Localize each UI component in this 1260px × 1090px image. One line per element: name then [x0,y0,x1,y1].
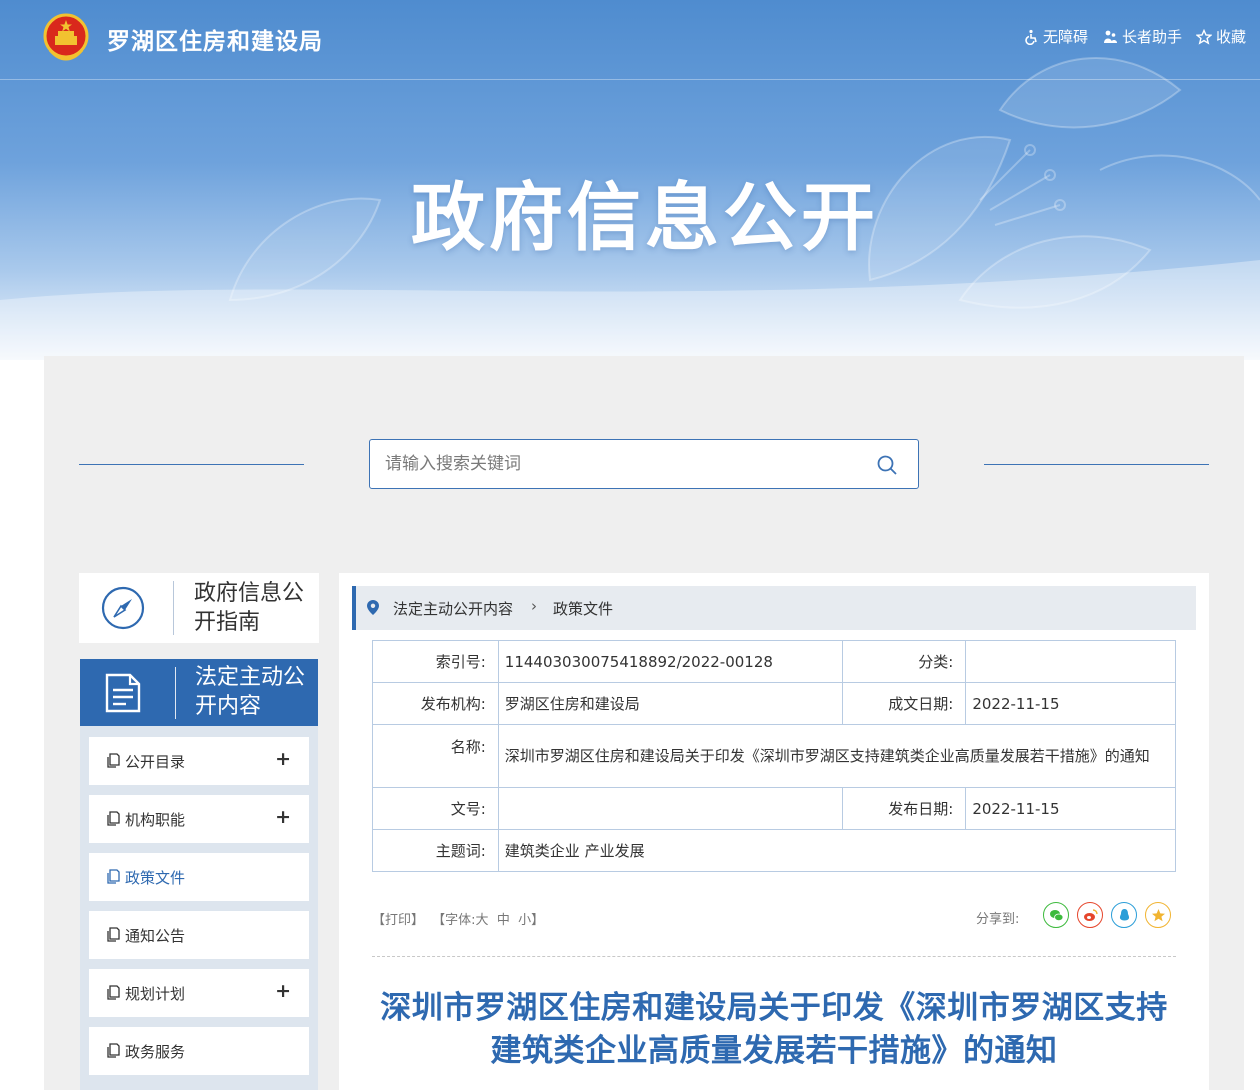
sidebar-item-label: 机构职能 [125,811,186,829]
site-name: 罗湖区住房和建设局 [107,29,323,55]
wechat-icon [1049,909,1063,921]
font-size-suffix: 】 [531,913,545,928]
file-copy-icon [107,1043,120,1058]
expand-icon[interactable]: + [275,806,291,828]
sidebar-item-services[interactable]: 政务服务 [89,1027,309,1075]
location-pin-icon [367,600,379,615]
favorite-link[interactable]: 收藏 [1195,26,1246,47]
sidebar-item-label: 政务服务 [125,1043,186,1061]
sidebar-item-label: 规划计划 [125,985,186,1003]
document-panel: 法定主动公开内容 › 政策文件 索引号: 114403030075418892/… [339,573,1209,1090]
sidebar-item-label: 公开目录 [125,753,186,771]
favorite-label: 收藏 [1215,28,1246,46]
search-input[interactable] [370,440,860,488]
doc-number-label: 文号: [372,787,499,830]
top-links: 无障碍 长者助手 收藏 [1023,26,1246,47]
guide-label: 政府信息公开指南 [194,581,305,635]
weibo-icon [1083,908,1098,921]
search-box [369,439,919,489]
index-label: 索引号: [372,640,499,683]
sidebar-item-catalog[interactable]: 公开目录 + [89,737,309,785]
expand-icon[interactable]: + [275,748,291,770]
font-large-button[interactable]: 大 [476,913,489,928]
name-label: 名称: [372,724,499,788]
font-small-button[interactable]: 小 [518,913,531,928]
keywords-value: 建筑类企业 产业发展 [497,829,1177,872]
table-row: 主题词: 建筑类企业 产业发展 [372,829,1177,872]
search-divider-right [984,464,1209,465]
keywords-label: 主题词: [372,829,499,872]
table-row: 发布机构: 罗湖区住房和建设局 成文日期: 2022-11-15 [372,682,1176,725]
written-date-label: 成文日期: [841,682,967,725]
sidebar-item-policy-docs[interactable]: 政策文件 [89,853,309,901]
written-date-value: 2022-11-15 [965,682,1176,725]
article-title-line1: 深圳市罗湖区住房和建设局关于印发《深圳市罗湖区支持 [380,990,1168,1026]
print-button[interactable]: 【打印】 [372,913,424,928]
file-copy-icon [107,985,120,1000]
table-row: 文号: 发布日期: 2022-11-15 [372,787,1176,830]
top-bar: 罗湖区住房和建设局 无障碍 长者助手 收藏 [0,0,1260,80]
sidebar-item-plans[interactable]: 规划计划 + [89,969,309,1017]
file-copy-icon [107,927,120,942]
publish-date-label: 发布日期: [841,787,967,830]
category-label: 分类: [841,640,967,683]
compass-icon [101,586,145,630]
index-value: 114403030075418892/2022-00128 [497,640,843,683]
wheelchair-icon [1025,29,1037,45]
national-emblem-icon [43,13,89,61]
disclosure-guide-card[interactable]: 政府信息公开指南 [79,573,319,643]
share-weibo-button[interactable] [1077,902,1103,928]
accessibility-link[interactable]: 无障碍 [1023,26,1088,47]
file-copy-icon [107,753,120,768]
share-qzone-button[interactable] [1145,902,1171,928]
category-value [965,640,1176,683]
sidebar-item-label: 通知公告 [125,927,186,945]
legal-separator [175,667,176,719]
elder-assistant-label: 长者助手 [1121,28,1182,46]
article-tools: 【打印】 【字体:大 中 小】 [372,909,544,928]
share-wechat-button[interactable] [1043,902,1069,928]
sidebar-item-label: 政策文件 [125,869,186,887]
file-copy-icon [107,869,120,884]
article-title-line2: 建筑类企业高质量发展若干措施》的通知 [490,1033,1058,1069]
font-medium-button[interactable]: 中 [497,913,510,928]
header-banner: 罗湖区住房和建设局 无障碍 长者助手 收藏 政府信息公开 [0,0,1260,360]
table-row: 索引号: 114403030075418892/2022-00128 分类: [372,640,1176,683]
breadcrumb: 法定主动公开内容 › 政策文件 [352,586,1196,630]
file-copy-icon [107,811,120,826]
elder-assistant-link[interactable]: 长者助手 [1102,26,1182,47]
search-divider-left [79,464,304,465]
font-size-prefix: 【字体: [432,913,476,928]
document-meta-table: 索引号: 114403030075418892/2022-00128 分类: 发… [372,640,1177,872]
share-label: 分享到: [976,912,1020,927]
expand-icon[interactable]: + [275,980,291,1002]
publish-date-value: 2022-11-15 [965,787,1176,830]
legal-disclosure-card[interactable]: 法定主动公开内容 [80,659,318,726]
content-divider [372,956,1176,957]
share-qq-button[interactable] [1111,902,1137,928]
breadcrumb-separator: › [531,597,537,615]
qq-icon [1119,908,1129,920]
breadcrumb-item-legal[interactable]: 法定主动公开内容 [393,598,513,619]
publisher-value: 罗湖区住房和建设局 [497,682,843,725]
name-value: 深圳市罗湖区住房和建设局关于印发《深圳市罗湖区支持建筑类企业高质量发展若干措施》… [497,724,1177,788]
publisher-label: 发布机构: [372,682,499,725]
breadcrumb-item-policy[interactable]: 政策文件 [553,598,613,619]
guide-separator [173,581,174,635]
sidebar-item-functions[interactable]: 机构职能 + [89,795,309,843]
elder-icon [1103,30,1117,43]
article-title: 深圳市罗湖区住房和建设局关于印发《深圳市罗湖区支持 建筑类企业高质量发展若干措施… [359,987,1189,1073]
table-row: 名称: 深圳市罗湖区住房和建设局关于印发《深圳市罗湖区支持建筑类企业高质量发展若… [372,724,1177,788]
accessibility-label: 无障碍 [1042,28,1088,46]
sidebar-nav: 公开目录 + 机构职能 + 政策文件 通知公告 规划计划 + 政务服务 [80,726,318,1090]
legal-label: 法定主动公开内容 [195,665,306,719]
star-icon [1195,28,1212,45]
search-icon[interactable] [876,454,898,476]
document-icon [105,673,141,713]
banner-title: 政府信息公开 [411,175,879,261]
doc-number-value [497,787,843,830]
qzone-icon [1151,908,1165,921]
sidebar-item-notices[interactable]: 通知公告 [89,911,309,959]
main-content-area: 政府信息公开指南 法定主动公开内容 公开目录 + 机构职能 + 政策文件 [44,356,1244,1090]
